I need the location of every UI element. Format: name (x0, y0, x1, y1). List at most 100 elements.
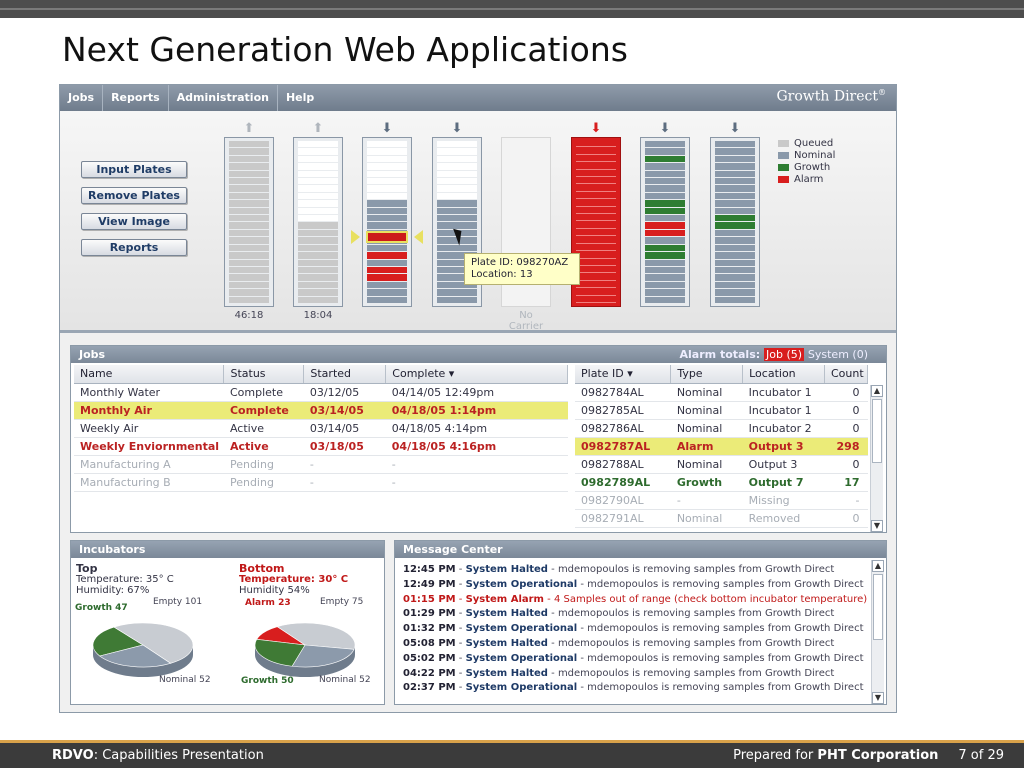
plate-slot[interactable] (576, 185, 616, 192)
table-row[interactable]: Weekly Enviornmental Active 03/18/05 04/18/… (74, 437, 568, 456)
message-item[interactable]: 05:08 PM - System Halted - mdemopoulos i… (403, 637, 867, 652)
plate-slot[interactable] (576, 222, 616, 229)
plate-slot[interactable] (437, 148, 477, 155)
plate-slot[interactable] (715, 244, 755, 252)
plate-slot[interactable] (229, 185, 269, 192)
plate-slot[interactable] (367, 207, 407, 215)
table-row[interactable]: Monthly Air Complete 03/14/05 04/18/05 1:14… (74, 401, 568, 420)
plate-slot[interactable] (298, 289, 338, 296)
plate-slot[interactable] (715, 207, 755, 215)
plate-slot[interactable] (715, 296, 755, 303)
plate-slot[interactable] (576, 170, 616, 178)
plate-slot[interactable] (576, 192, 616, 200)
arrow-down-icon[interactable]: ⬇ (710, 122, 760, 135)
col-complete[interactable]: Complete ▾ (385, 365, 568, 384)
plate-slot[interactable] (437, 244, 477, 252)
plate-slot[interactable] (229, 229, 269, 237)
plate-slot[interactable] (229, 259, 269, 266)
plate-slot[interactable] (298, 259, 338, 266)
plate-slot[interactable] (715, 148, 755, 155)
plate-slot[interactable] (298, 237, 338, 244)
plate-slot[interactable] (229, 274, 269, 281)
message-item[interactable]: 05:02 PM - System Operational - mdemopou… (403, 652, 867, 667)
col-plate-id[interactable]: Plate ID ▾ (575, 365, 672, 384)
col-started[interactable]: Started (303, 365, 387, 384)
plate-slot[interactable] (298, 296, 338, 303)
plate-slot[interactable] (298, 148, 338, 155)
remove-plates-button[interactable]: Remove Plates (81, 187, 187, 204)
plate-slot[interactable] (645, 259, 685, 266)
scroll-up-icon[interactable]: ▲ (872, 560, 884, 572)
table-row[interactable]: 0982788AL Nominal Output 30 (575, 455, 868, 474)
table-row[interactable]: Weekly Air Active 03/14/05 04/18/05 4:14pm (74, 419, 568, 438)
plate-slot[interactable] (645, 229, 685, 237)
plate-slot[interactable] (576, 244, 616, 252)
plate-slot[interactable] (229, 163, 269, 170)
plate-slot[interactable] (437, 296, 477, 303)
message-item[interactable]: 01:29 PM - System Halted - mdemopoulos i… (403, 607, 867, 622)
plate-slot[interactable] (715, 192, 755, 200)
plate-slot[interactable] (229, 252, 269, 259)
plate-slot[interactable] (715, 200, 755, 207)
table-row[interactable]: 0982786AL Nominal Incubator 20 (575, 419, 868, 438)
plate-slot[interactable] (645, 296, 685, 303)
plate-slot[interactable] (229, 237, 269, 244)
plate-slot[interactable] (298, 163, 338, 170)
plate-slot[interactable] (715, 215, 755, 222)
plate-slot[interactable] (576, 252, 616, 259)
scroll-thumb[interactable] (873, 574, 883, 640)
plate-slot[interactable] (715, 252, 755, 259)
plate-slot[interactable] (229, 207, 269, 215)
menu-jobs[interactable]: Jobs (60, 85, 104, 111)
plate-slot[interactable] (437, 178, 477, 185)
plate-slot[interactable] (367, 148, 407, 155)
message-item[interactable]: 02:37 PM - System Operational - mdemopou… (403, 681, 867, 696)
menu-administration[interactable]: Administration (169, 85, 278, 111)
plate-slot[interactable] (298, 266, 338, 274)
table-row[interactable]: 0982790AL - Missing - (575, 491, 868, 510)
plate-slot[interactable] (298, 252, 338, 259)
plate-slot[interactable] (576, 229, 616, 237)
col-name[interactable]: Name (74, 365, 225, 384)
plate-slot[interactable] (229, 215, 269, 222)
plate-slot[interactable] (715, 266, 755, 274)
plate-slot[interactable] (367, 281, 407, 289)
message-item[interactable]: 04:22 PM - System Halted - mdemopoulos i… (403, 667, 867, 682)
plate-slot[interactable] (298, 207, 338, 215)
plate-slot[interactable] (298, 178, 338, 185)
table-row[interactable]: Monthly Water Complete 03/12/05 04/14/05 12… (74, 383, 568, 402)
plate-slot[interactable] (576, 281, 616, 289)
plate-slot[interactable] (715, 155, 755, 163)
plate-slot[interactable] (576, 296, 616, 303)
plate-slot[interactable] (367, 244, 407, 252)
plate-slot[interactable] (298, 185, 338, 192)
plate-slot[interactable] (367, 200, 407, 207)
plate-slot[interactable] (576, 237, 616, 244)
message-item[interactable]: 12:45 PM - System Halted - mdemopoulos i… (403, 563, 867, 578)
plate-slot[interactable] (576, 259, 616, 266)
plate-slot[interactable] (229, 170, 269, 178)
plate-slot[interactable] (576, 141, 616, 148)
plate-slot[interactable] (367, 185, 407, 192)
carrier-slots-box[interactable] (293, 137, 343, 307)
table-row[interactable]: 0982789AL Growth Output 7 17 (575, 473, 868, 492)
plate-slot[interactable] (645, 244, 685, 252)
arrow-down-icon[interactable]: ⬇ (640, 122, 690, 135)
plate-slot[interactable] (298, 200, 338, 207)
plate-slot[interactable] (229, 222, 269, 229)
alarm-system-count[interactable]: System (0) (808, 348, 868, 361)
plate-slot[interactable] (298, 155, 338, 163)
selected-plate[interactable] (366, 231, 408, 243)
plate-slot[interactable] (298, 229, 338, 237)
plate-slot[interactable] (229, 141, 269, 148)
plate-slot[interactable] (298, 281, 338, 289)
plate-slot[interactable] (367, 178, 407, 185)
plate-slot[interactable] (645, 192, 685, 200)
arrow-up-icon[interactable]: ⬆ (293, 122, 343, 135)
plate-slot[interactable] (715, 274, 755, 281)
messages-scrollbar[interactable]: ▲ ▼ (871, 560, 884, 704)
table-row[interactable]: 0982784AL Nominal Incubator 10 (575, 383, 868, 402)
col-location[interactable]: Location (742, 365, 825, 384)
view-image-button[interactable]: View Image (81, 213, 187, 230)
plate-slot[interactable] (645, 148, 685, 155)
